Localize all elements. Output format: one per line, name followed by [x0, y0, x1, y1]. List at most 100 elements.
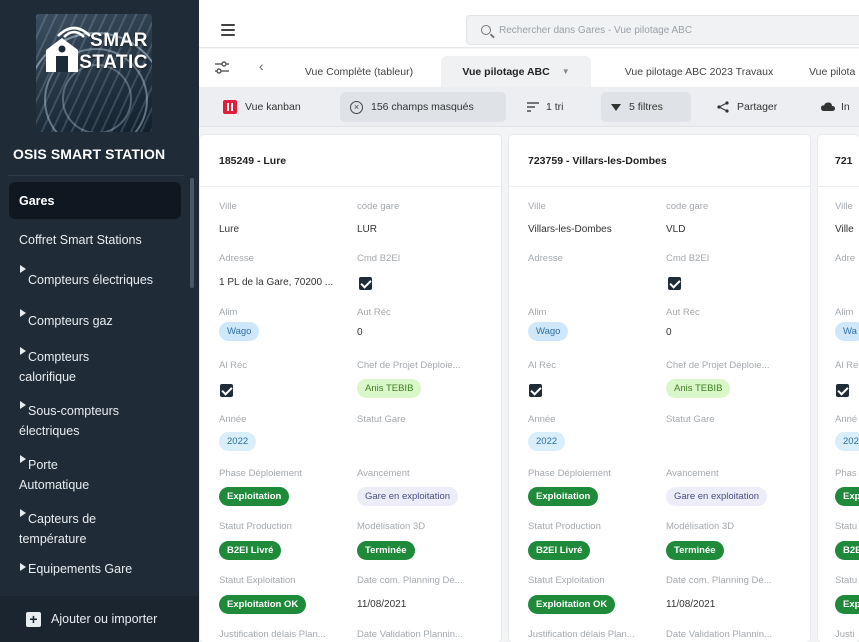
field-label: Date Validation Plannin...	[666, 629, 772, 640]
sidebar-item-label: Sous-compteurs électriques	[19, 404, 120, 438]
kanban-view-button[interactable]: Vue kanban	[213, 92, 311, 122]
station-building-icon	[46, 38, 78, 72]
annee-tag: 2022	[528, 432, 566, 451]
menu-icon[interactable]	[221, 24, 235, 36]
field-value: 11/08/2021	[357, 599, 407, 610]
tab-vue-complete[interactable]: Vue Complète (tableur)	[289, 56, 429, 87]
annee-tag: 202	[835, 432, 859, 451]
sidebar-item-label: Coffret Smart Stations	[19, 232, 142, 247]
chevron-down-icon[interactable]: ▼	[562, 67, 570, 76]
field-value: 0	[357, 327, 363, 338]
chef-projet-tag: Anis TEBIB	[666, 379, 731, 398]
sidebar-item-capteurs-temperature[interactable]: Capteurs de température	[9, 502, 149, 556]
expand-triangle-icon[interactable]	[20, 509, 26, 517]
kanban-card[interactable]: 723759 - Villars-les-Dombes Ville code g…	[509, 135, 810, 642]
expand-triangle-icon[interactable]	[20, 309, 26, 317]
tab-label: Vue Complète (tableur)	[304, 65, 414, 78]
field-label: Année	[528, 414, 556, 425]
sidebar-item-compteurs-calorifique[interactable]: Compteurs calorifique	[9, 340, 149, 394]
expand-triangle-icon[interactable]	[20, 347, 26, 355]
field-label: Anné	[835, 414, 858, 425]
modelisation-tag: Terminée	[357, 541, 415, 560]
tab-vue-pilota[interactable]: Vue pilota	[799, 56, 859, 87]
expand-triangle-icon[interactable]	[20, 563, 26, 571]
tab-label: Vue pilotage ABC 2023 Travaux	[624, 65, 774, 78]
sidebar-scrollbar[interactable]	[190, 178, 194, 288]
checkbox-checked	[529, 384, 542, 397]
sidebar-item-compteurs-gaz[interactable]: Compteurs gaz	[9, 302, 181, 340]
field-value: VLD	[666, 224, 686, 235]
search-input[interactable]: Rechercher dans Gares - Vue pilotage ABC	[466, 15, 859, 45]
checkbox-checked	[359, 277, 372, 290]
sidebar-item-coffret[interactable]: Coffret Smart Stations	[9, 221, 181, 258]
divider	[509, 186, 810, 187]
filters-label: 5 filtres	[629, 101, 663, 113]
expand-triangle-icon[interactable]	[20, 401, 26, 409]
tab-label: Vue pilotage ABC	[462, 65, 550, 78]
alim-tag: Wago	[528, 322, 569, 341]
field-label: Justification délais Plan...	[219, 629, 326, 640]
field-label: Phase Déploiement	[528, 468, 611, 479]
tabs-scroll-left-icon[interactable]: ‹	[259, 58, 264, 74]
phase-tag: Exp	[835, 487, 859, 506]
sort-button[interactable]: 1 tri	[517, 92, 574, 122]
share-button[interactable]: Partager	[707, 92, 787, 122]
alim-tag: Wa	[835, 322, 859, 341]
field-label: Al Réc	[219, 360, 247, 371]
field-label: Cmd B2EI	[666, 253, 710, 264]
tab-vue-pilotage-abc-2023[interactable]: Vue pilotage ABC 2023 Travaux	[599, 56, 799, 87]
expand-triangle-icon[interactable]	[20, 455, 26, 463]
sidebar-item-compteurs-electriques[interactable]: Compteurs électriques	[9, 258, 159, 302]
search-icon	[481, 25, 491, 35]
field-label: code gare	[666, 201, 709, 212]
field-label: Année	[219, 414, 247, 425]
sidebar-item-label: Compteurs gaz	[28, 314, 113, 328]
field-label: Statut Production	[528, 521, 601, 532]
field-label: Alim	[835, 307, 854, 318]
share-icon	[717, 101, 729, 113]
field-value: Ville	[835, 224, 854, 235]
sidebar-item-label: Porte Automatique	[19, 458, 90, 492]
checkbox-checked	[668, 277, 681, 290]
field-label: Statut Gare	[666, 414, 715, 425]
field-label: Cmd B2EI	[357, 253, 401, 264]
kanban-card[interactable]: 185249 - Lure Ville code gare Lure LUR A…	[200, 135, 501, 642]
field-label: Statut Exploitation	[528, 575, 605, 586]
sidebar-item-porte-automatique[interactable]: Porte Automatique	[9, 448, 119, 502]
add-import-button[interactable]: + Ajouter ou importer	[0, 596, 199, 642]
sidebar-item-label: Equipements Gare	[28, 562, 133, 576]
sort-label: 1 tri	[546, 101, 564, 113]
kanban-card[interactable]: 721 Ville Ville Adre Alim Wa Al Re Anné …	[818, 135, 859, 642]
field-label: Statut Gare	[357, 414, 406, 425]
tab-vue-pilotage-abc[interactable]: Vue pilotage ABC ▼	[441, 56, 591, 87]
field-label: Chef de Projet Déploie...	[357, 360, 461, 371]
annee-tag: 2022	[219, 432, 257, 451]
field-label: Ville	[219, 201, 237, 212]
field-label: Ville	[528, 201, 546, 212]
search-placeholder: Rechercher dans Gares - Vue pilotage ABC	[499, 24, 693, 36]
sidebar-item-sous-compteurs[interactable]: Sous-compteurs électriques	[9, 394, 159, 448]
field-label: Modélisation 3D	[666, 521, 735, 532]
sidebar-item-gares[interactable]: Gares	[9, 182, 181, 219]
expand-triangle-icon[interactable]	[20, 265, 26, 273]
sidebar: SMAR STATIC OSIS SMART STATION Gares Cof…	[0, 0, 199, 642]
divider	[818, 186, 859, 187]
sort-icon	[527, 102, 539, 112]
filters-button[interactable]: 5 filtres	[601, 92, 691, 122]
field-label: Avancement	[357, 468, 410, 479]
field-label: Justification délais Plan...	[528, 629, 635, 640]
card-title: 185249 - Lure	[219, 155, 287, 167]
field-value: Villars-les-Dombes	[528, 224, 612, 235]
statut-production-tag: B2EI Livré	[528, 541, 591, 560]
statut-exploitation-tag: Exploitation OK	[219, 595, 307, 614]
hidden-fields-button[interactable]: × 156 champs masqués	[340, 92, 506, 122]
import-label: In	[841, 101, 850, 113]
sliders-icon[interactable]	[214, 60, 230, 76]
field-label: Al Réc	[528, 360, 556, 371]
import-button[interactable]: In	[811, 92, 859, 122]
sidebar-item-label: Compteurs calorifique	[19, 350, 90, 384]
phase-tag: Exploitation	[219, 487, 290, 506]
sidebar-item-equipements-gare[interactable]: Equipements Gare	[9, 556, 181, 582]
field-label: Date Validation Plannin...	[357, 629, 463, 640]
card-title: 721	[835, 155, 853, 167]
